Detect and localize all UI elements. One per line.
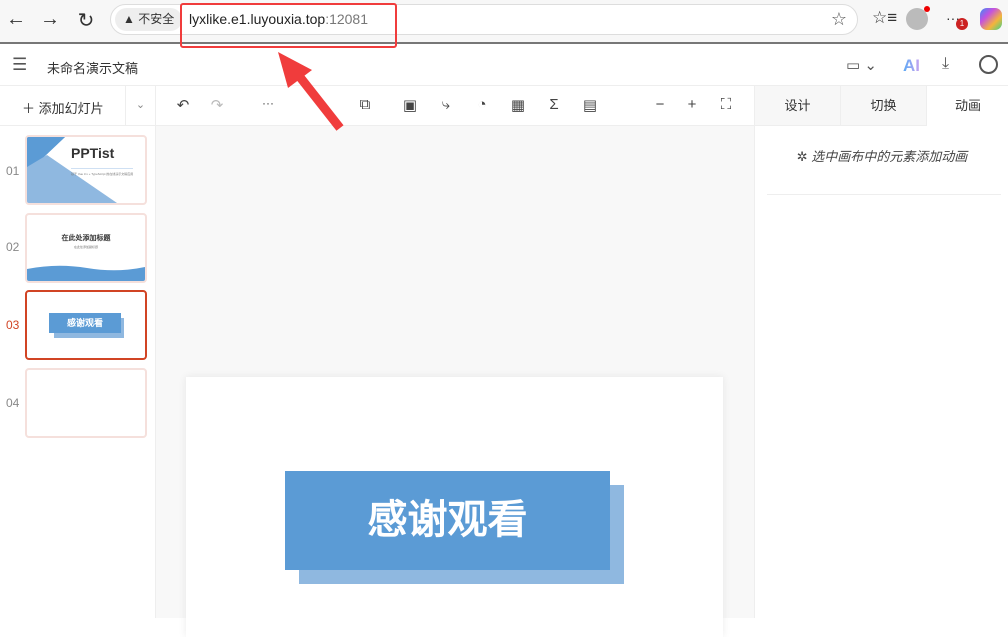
thumb-title: 在此处添加标题	[27, 233, 145, 243]
thumbnail-panel: 01 PPTist 基于 Vue 3.x + TypeScript 的在线演示文…	[0, 126, 156, 618]
browser-toolbar: ← → ↻ ▲ 不安全 lyxlike.e1.luyouxia.top:1208…	[0, 0, 1008, 44]
forward-icon[interactable]: →	[36, 8, 64, 31]
undo-icon[interactable]: ↶	[173, 96, 193, 114]
document-title[interactable]: 未命名演示文稿	[47, 58, 138, 77]
fit-screen-icon[interactable]: ⛶	[716, 96, 736, 113]
redo-icon[interactable]: ↷	[207, 96, 227, 114]
back-icon[interactable]: ←	[2, 8, 30, 31]
slide-number: 04	[6, 396, 19, 410]
tab-animation[interactable]: 动画	[927, 86, 1008, 126]
annotation-box	[180, 3, 397, 48]
slide-number: 03	[6, 318, 19, 332]
add-slide-button[interactable]: ＋ 添加幻灯片	[22, 98, 104, 117]
favorites-icon[interactable]: ☆≡	[872, 8, 897, 28]
add-slide-dropdown[interactable]: ⌄	[125, 86, 156, 126]
profile-avatar[interactable]	[906, 8, 928, 30]
thumb-title: PPTist	[71, 145, 114, 161]
divider	[767, 194, 1001, 195]
thumb-subtitle: 在此处添加副标题	[27, 245, 145, 249]
bookmark-star-icon[interactable]: ☆	[831, 9, 847, 30]
shape-icon[interactable]: ⧉	[355, 96, 375, 113]
tab-transition[interactable]: 切换	[841, 86, 927, 126]
image-icon[interactable]: ▣	[400, 96, 420, 114]
animation-hint: ✲ 选中画布中的元素添加动画	[755, 146, 1008, 165]
slide-title[interactable]: 感谢观看	[285, 471, 610, 570]
slide-number: 02	[6, 240, 19, 254]
slide-thumbnail-3[interactable]: 感谢观看	[25, 290, 147, 360]
zoom-out-icon[interactable]: −	[650, 96, 670, 113]
insecure-badge[interactable]: ▲ 不安全	[115, 8, 182, 31]
copilot-icon[interactable]	[980, 8, 1002, 30]
menu-icon[interactable]: ☰	[12, 55, 27, 75]
properties-panel: 设计 切换 动画 ✲ 选中画布中的元素添加动画	[754, 86, 1008, 618]
reload-icon[interactable]: ↻	[72, 8, 100, 33]
slide-thumbnail-2[interactable]: 在此处添加标题 在此处添加副标题	[25, 213, 147, 283]
slide-number: 01	[6, 164, 19, 178]
download-icon[interactable]: ⤓	[942, 55, 949, 73]
slide-thumbnail-1[interactable]: PPTist 基于 Vue 3.x + TypeScript 的在线演示文稿应用	[25, 135, 147, 205]
present-icon[interactable]: ▭ ⌄	[846, 56, 877, 74]
app-header: ☰ 未命名演示文稿 ▭ ⌄ AI ⤓	[0, 46, 1008, 86]
formula-icon[interactable]: Σ	[544, 96, 564, 113]
table-icon[interactable]: ▦	[508, 96, 528, 114]
thumb-wave	[27, 263, 145, 281]
slide[interactable]: 感谢观看	[186, 377, 723, 637]
github-icon[interactable]	[979, 55, 998, 74]
more-menu-icon[interactable]: ···1	[946, 10, 960, 26]
thumb-title: 感谢观看	[49, 313, 121, 333]
canvas-area[interactable]: 感谢观看	[156, 126, 754, 618]
chart-icon[interactable]: ◔	[472, 96, 492, 113]
more-tools-button[interactable]: ···	[258, 96, 278, 110]
thumb-subtitle: 基于 Vue 3.x + TypeScript 的在线演示文稿应用	[71, 168, 133, 176]
media-icon[interactable]: ▤	[580, 96, 600, 114]
ai-button[interactable]: AI	[903, 56, 920, 76]
line-icon[interactable]: ⤷	[436, 96, 456, 113]
slide-thumbnail-4[interactable]	[25, 368, 147, 438]
tab-design[interactable]: 设计	[755, 86, 841, 126]
zoom-in-icon[interactable]: +	[682, 96, 702, 113]
